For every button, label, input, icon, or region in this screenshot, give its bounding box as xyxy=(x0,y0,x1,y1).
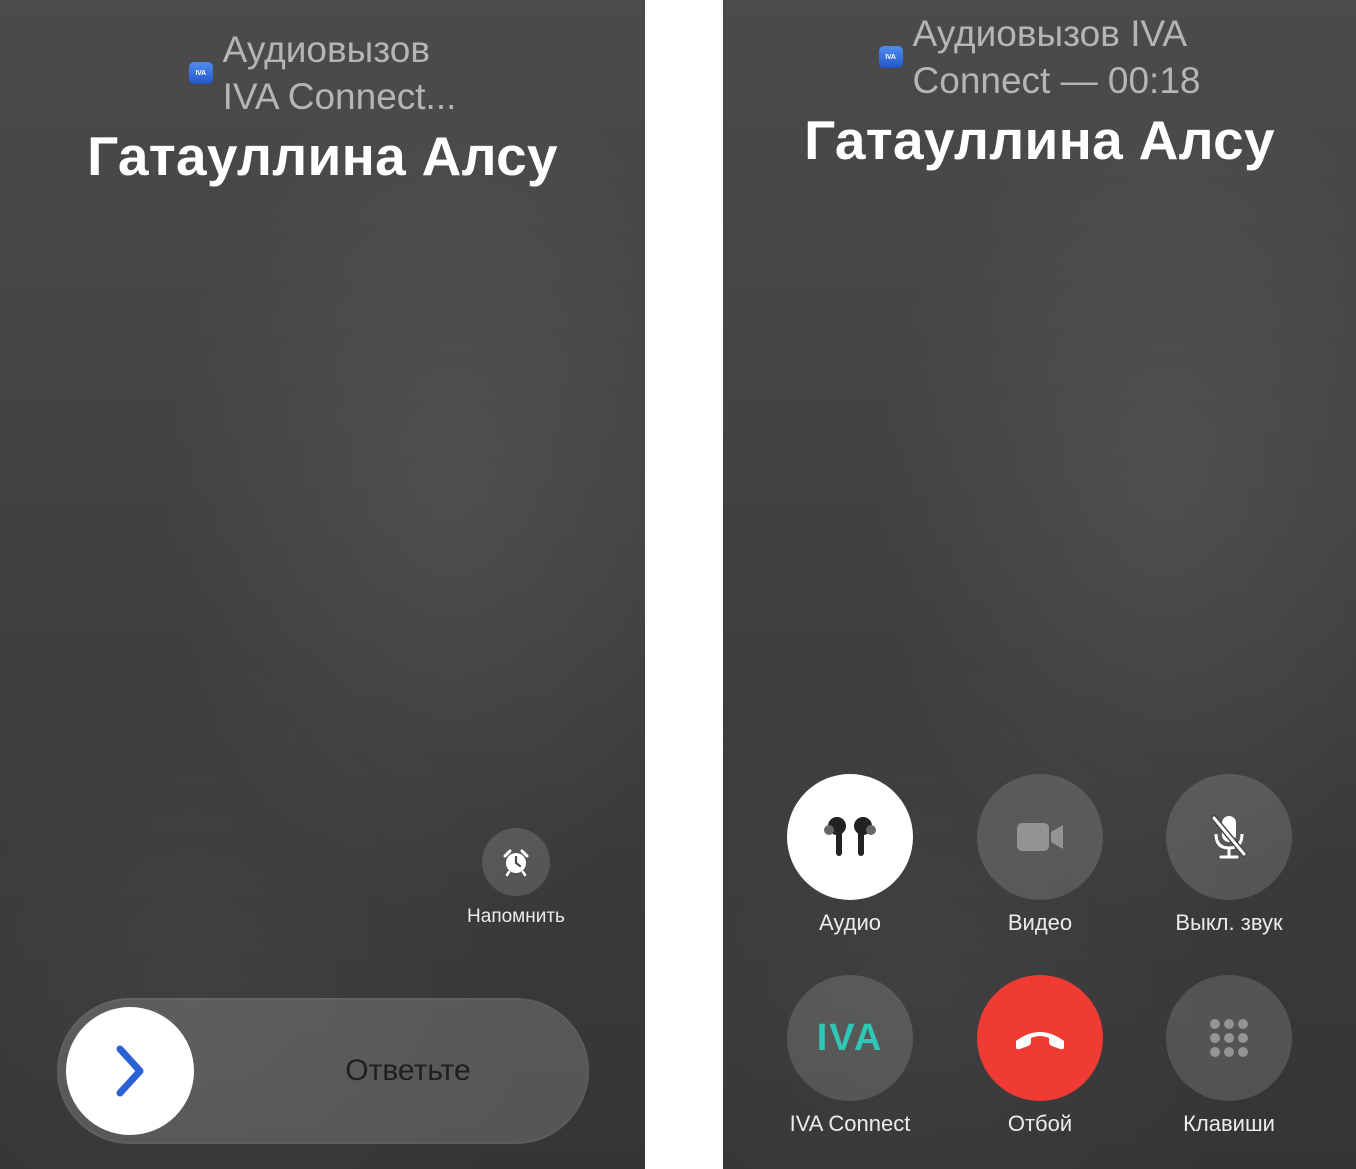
active-call-screen: IVA Аудиовызов IVA Connect — 00:18 Гатау… xyxy=(723,0,1356,1169)
iva-app-icon: IVA xyxy=(188,62,213,84)
answer-slider-knob[interactable] xyxy=(66,1007,194,1135)
mute-circle[interactable] xyxy=(1166,774,1292,900)
slide-to-answer[interactable]: Ответьте xyxy=(57,998,589,1144)
incoming-call-screen: IVA Аудиовызов IVA Connect... Гатауллина… xyxy=(0,0,645,1169)
iva-logo-icon: IVA xyxy=(816,1016,884,1059)
audio-circle[interactable] xyxy=(787,774,913,900)
audio-route-button[interactable]: Аудио xyxy=(755,774,945,936)
iva-app-icon: IVA xyxy=(878,46,903,68)
video-button[interactable]: Видео xyxy=(945,774,1135,936)
iva-connect-label: IVA Connect xyxy=(789,1111,911,1136)
call-header: IVA Аудиовызов IVA Connect... Гатауллина… xyxy=(0,26,645,188)
caller-name: Гатауллина Алсу xyxy=(804,109,1275,171)
end-call-label: Отбой xyxy=(1007,1111,1073,1136)
end-call-button[interactable]: Отбой xyxy=(945,975,1135,1137)
iva-connect-button[interactable]: IVA IVA Connect xyxy=(755,975,945,1137)
video-circle[interactable] xyxy=(977,774,1103,900)
keypad-button[interactable]: Клавиши xyxy=(1134,975,1324,1137)
end-call-circle[interactable] xyxy=(977,975,1103,1101)
alarm-clock-icon xyxy=(503,849,529,877)
call-header: IVA Аудиовызов IVA Connect — 00:18 Гатау… xyxy=(723,10,1356,172)
microphone-slash-icon xyxy=(1211,815,1247,859)
subtitle-line: Аудиовызов xyxy=(222,29,431,70)
video-camera-icon xyxy=(1017,823,1063,851)
remind-circle[interactable] xyxy=(482,828,550,896)
remind-me-button[interactable]: Напомнить xyxy=(452,828,580,928)
audio-label: Аудио xyxy=(818,910,882,935)
subtitle-line: Аудиовызов IVA xyxy=(912,13,1188,54)
keypad-label: Клавиши xyxy=(1183,1111,1275,1136)
video-label: Видео xyxy=(1007,910,1073,935)
airpods-icon xyxy=(824,817,876,856)
subtitle-line: IVA Connect... xyxy=(222,76,457,117)
remind-label: Напомнить xyxy=(467,906,565,927)
call-type-subtitle: Аудиовызов IVA Connect... xyxy=(223,26,457,120)
iva-connect-circle[interactable]: IVA xyxy=(787,975,913,1101)
mute-label: Выкл. звук xyxy=(1175,910,1283,935)
chevron-right-icon xyxy=(116,1045,144,1097)
keypad-circle[interactable] xyxy=(1166,975,1292,1101)
call-duration-line: Connect — 00:18 xyxy=(912,60,1201,101)
hang-up-icon xyxy=(1016,1032,1064,1050)
caller-name: Гатауллина Алсу xyxy=(87,125,558,187)
call-type-subtitle: Аудиовызов IVA Connect — 00:18 xyxy=(913,10,1201,104)
answer-label: Ответьте xyxy=(345,1054,471,1087)
mute-button[interactable]: Выкл. звук xyxy=(1134,774,1324,936)
keypad-icon xyxy=(1210,1019,1248,1057)
